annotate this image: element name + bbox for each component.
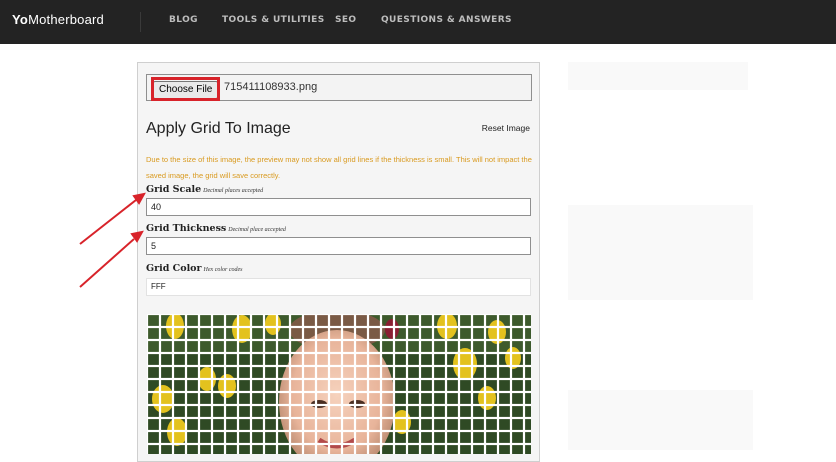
- annotation-arrows: [79, 192, 146, 288]
- arrow-to-grid-thickness: [79, 230, 144, 288]
